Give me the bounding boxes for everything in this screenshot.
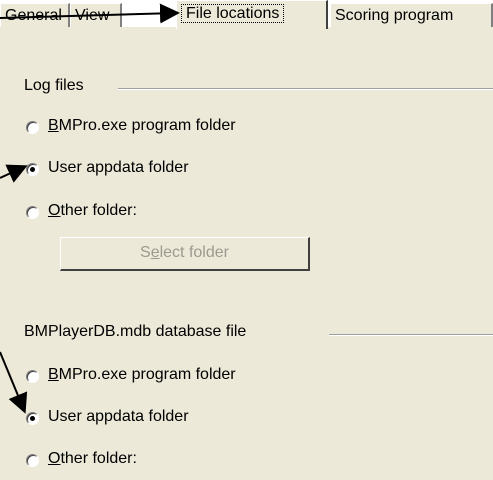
arrow-to-log-user-appdata [0, 164, 28, 183]
arrow-to-db-user-appdata [0, 351, 28, 414]
arrow-to-file-locations-tab [0, 3, 180, 24]
annotation-arrows [0, 3, 180, 414]
